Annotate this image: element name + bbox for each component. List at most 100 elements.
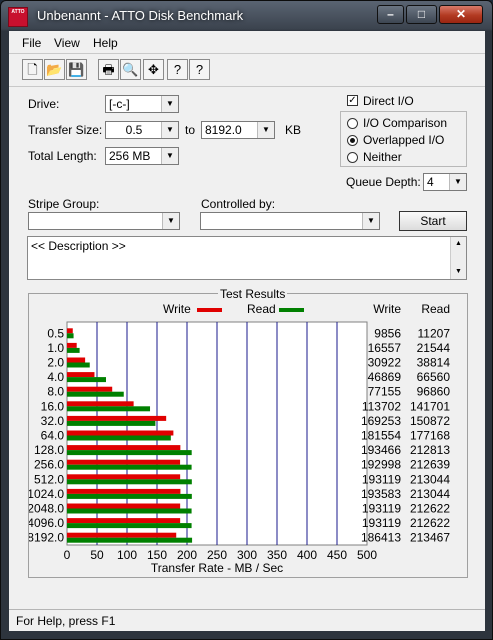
read-value: 141701 <box>410 399 450 413</box>
direct-io-label: Direct I/O <box>363 94 414 108</box>
legend-write-label: Write <box>163 302 191 316</box>
x-tick-label: 200 <box>177 548 197 562</box>
legend-read-label: Read <box>247 302 276 316</box>
transfer-to-value: 8192.0 <box>205 123 242 137</box>
chevron-down-icon[interactable]: ▼ <box>162 213 179 229</box>
read-value: 212639 <box>410 458 450 472</box>
description-textarea[interactable]: << Description >> ▲ ▼ <box>27 236 467 280</box>
print-preview-icon[interactable]: 🔍 <box>120 59 141 80</box>
neither-radio[interactable] <box>347 152 358 163</box>
read-bar <box>67 362 90 368</box>
total-length-select[interactable]: 256 MB ▼ <box>105 147 179 165</box>
controlled-by-label: Controlled by: <box>201 197 276 211</box>
app-window: ATTO Unbenannt - ATTO Disk Benchmark – □… <box>0 0 493 640</box>
open-icon[interactable]: 📂 <box>44 59 65 80</box>
y-tick-label: 16.0 <box>41 399 65 413</box>
x-tick-label: 450 <box>327 548 347 562</box>
scroll-down-icon[interactable]: ▼ <box>451 265 466 279</box>
menu-file[interactable]: File <box>22 36 41 50</box>
scroll-up-icon[interactable]: ▲ <box>451 237 466 251</box>
write-bar <box>67 357 86 363</box>
description-scrollbar[interactable]: ▲ ▼ <box>450 237 466 279</box>
write-value: 169253 <box>361 414 401 428</box>
close-button[interactable]: ✕ <box>439 5 483 24</box>
save-icon[interactable]: 💾 <box>66 59 87 80</box>
title-bar[interactable]: ATTO Unbenannt - ATTO Disk Benchmark – □… <box>1 1 492 31</box>
read-bar <box>67 464 192 470</box>
minimize-button[interactable]: – <box>377 5 404 24</box>
transfer-size-to-select[interactable]: 8192.0 ▼ <box>201 121 275 139</box>
total-length-label: Total Length: <box>28 149 97 163</box>
y-tick-label: 4.0 <box>47 370 64 384</box>
chevron-down-icon[interactable]: ▼ <box>362 213 379 229</box>
menu-bar: File View Help <box>9 31 485 53</box>
write-value: 113702 <box>362 399 401 413</box>
io-comparison-label: I/O Comparison <box>363 116 448 130</box>
write-value: 193466 <box>361 443 401 457</box>
write-value: 16557 <box>368 341 402 355</box>
write-bar <box>67 532 177 538</box>
overlapped-io-radio[interactable] <box>347 135 358 146</box>
print-icon[interactable]: 🖶 <box>98 59 119 80</box>
start-button[interactable]: Start <box>399 211 467 231</box>
read-bar <box>67 347 80 353</box>
controlled-by-select[interactable]: ▼ <box>200 212 380 230</box>
total-length-value: 256 MB <box>109 149 151 163</box>
queue-depth-select[interactable]: 4 ▼ <box>423 173 467 191</box>
write-value: 9856 <box>374 326 401 340</box>
to-label: to <box>185 123 196 137</box>
y-tick-label: 32.0 <box>41 414 65 428</box>
legend-read-swatch <box>279 308 304 312</box>
queue-depth-value: 4 <box>427 175 434 189</box>
toolbar: 🗋 📂 💾 🖶 🔍 ✥ ? ? <box>9 53 485 87</box>
read-value: 213044 <box>410 487 450 501</box>
x-tick-label: 0 <box>64 548 71 562</box>
drive-select[interactable]: [-c-] ▼ <box>105 95 179 113</box>
write-bar <box>67 372 95 378</box>
stripe-group-select[interactable]: ▼ <box>28 212 180 230</box>
x-tick-label: 350 <box>267 548 287 562</box>
drive-label: Drive: <box>28 97 60 111</box>
chevron-down-icon[interactable]: ▼ <box>161 122 178 138</box>
window-title: Unbenannt - ATTO Disk Benchmark <box>37 8 244 23</box>
transfer-size-from-select[interactable]: 0.5 ▼ <box>105 121 179 139</box>
chevron-down-icon[interactable]: ▼ <box>161 148 178 164</box>
read-value: 177168 <box>410 429 450 443</box>
test-results-panel: Test Results 0 50 100 150 200 250 300 350 400 450… <box>28 287 468 578</box>
x-tick-label: 500 <box>357 548 377 562</box>
y-tick-label: 64.0 <box>41 429 65 443</box>
status-bar: For Help, press F1 <box>9 609 485 632</box>
maximize-button[interactable]: □ <box>406 5 437 24</box>
y-tick-label: 8.0 <box>47 385 64 399</box>
y-tick-label: 1.0 <box>47 341 64 355</box>
move-icon[interactable]: ✥ <box>143 59 164 80</box>
write-bar <box>67 401 134 407</box>
write-bar <box>67 488 181 494</box>
chevron-down-icon[interactable]: ▼ <box>257 122 274 138</box>
neither-label: Neither <box>363 150 402 164</box>
y-tick-label: 2048.0 <box>29 502 64 516</box>
menu-help[interactable]: Help <box>93 36 118 50</box>
y-tick-label: 4096.0 <box>29 516 64 530</box>
menu-view[interactable]: View <box>54 36 80 50</box>
context-help-icon[interactable]: ? <box>189 59 210 80</box>
y-tick-label: 0.5 <box>47 326 64 340</box>
legend-write-swatch <box>197 308 222 312</box>
transfer-from-value: 0.5 <box>125 123 143 137</box>
read-bar <box>67 391 124 397</box>
chevron-down-icon[interactable]: ▼ <box>449 174 466 190</box>
read-value: 11207 <box>418 326 451 340</box>
chevron-down-icon[interactable]: ▼ <box>161 96 178 112</box>
y-tick-label: 256.0 <box>34 458 64 472</box>
direct-io-checkbox[interactable]: ✓ <box>347 95 358 106</box>
x-tick-label: 50 <box>90 548 104 562</box>
new-icon[interactable]: 🗋 <box>22 59 43 80</box>
description-text: << Description >> <box>31 239 126 253</box>
read-bar <box>67 523 192 529</box>
io-comparison-radio[interactable] <box>347 118 358 129</box>
write-value: 193119 <box>362 472 401 486</box>
write-value: 46869 <box>368 370 402 384</box>
write-bar <box>67 445 181 451</box>
write-column-header: Write <box>373 302 401 316</box>
help-icon[interactable]: ? <box>167 59 188 80</box>
